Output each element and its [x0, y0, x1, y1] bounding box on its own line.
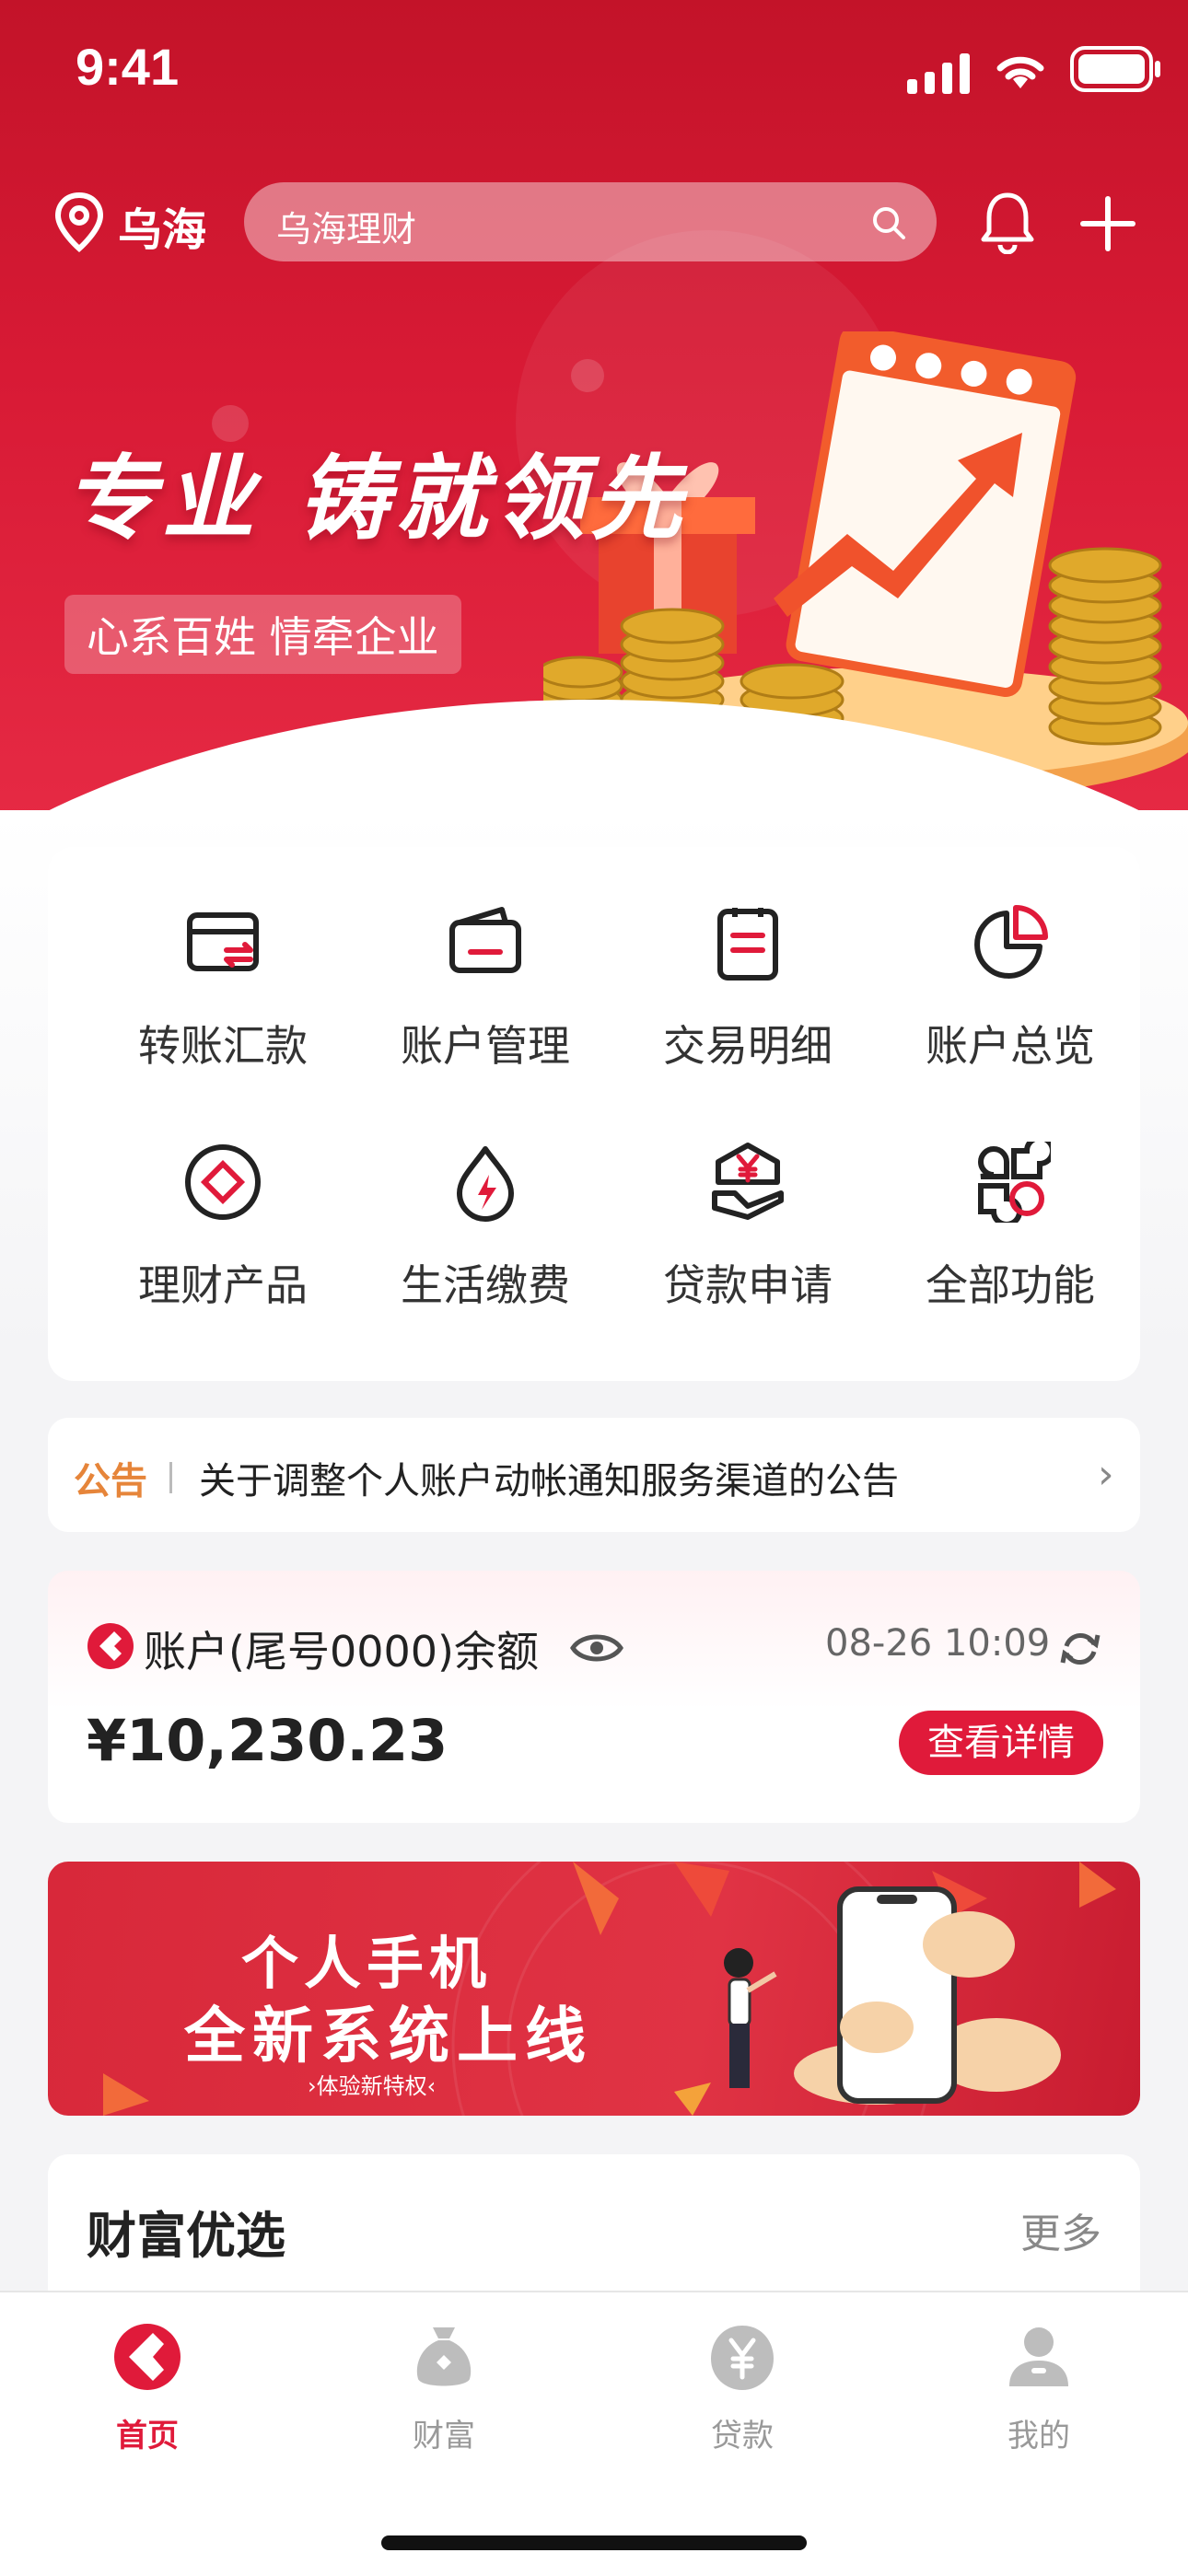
search-placeholder: 乌海理财: [276, 209, 417, 249]
yen-coin-icon: [711, 2326, 774, 2390]
diamond-circle-icon: [185, 1144, 261, 1220]
balance-card: 账户(尾号0000)余额 08-26 10:09 ¥10,230.23 查看详情: [48, 1571, 1140, 1823]
wifi-icon: [996, 56, 1044, 88]
grid-apps-icon: [978, 1142, 1051, 1223]
view-details-button[interactable]: 查看详情: [899, 1711, 1103, 1775]
cellular-signal-icon: [907, 53, 970, 94]
promo-line2: 全新系统上线: [184, 2001, 593, 2071]
transfer-card-icon: [187, 912, 259, 971]
tab-bar: 首页 财富 贷款 我的: [0, 2291, 1188, 2576]
wealth-title: 财富优选: [87, 2207, 285, 2265]
func-all-functions[interactable]: 全部功能: [874, 1086, 1147, 1310]
func-transaction-details[interactable]: 交易明细: [611, 847, 884, 1071]
balance-amount: ¥10,230.23: [87, 1707, 448, 1774]
search-icon: [873, 207, 905, 239]
tab-mine[interactable]: 我的: [947, 2320, 1131, 2477]
tab-label: 首页: [116, 2418, 179, 2454]
func-label: 理财产品: [138, 1260, 308, 1310]
notice-text: 关于调整个人账户动帐通知服务渠道的公告: [199, 1460, 899, 1503]
func-label: 转账汇款: [138, 1021, 308, 1071]
user-icon: [1009, 2327, 1068, 2386]
battery-icon: [1070, 46, 1160, 92]
notice-divider: [169, 1462, 172, 1493]
tab-label: 贷款: [711, 2418, 774, 2454]
status-time: 9:41: [76, 38, 180, 96]
bell-icon[interactable]: [978, 190, 1037, 254]
notice-bar[interactable]: 公告 关于调整个人账户动帐通知服务渠道的公告 ›: [48, 1418, 1140, 1532]
func-label: 账户总览: [926, 1021, 1095, 1071]
promo-banner[interactable]: 个人手机 全新系统上线 ›体验新特权‹: [48, 1862, 1140, 2116]
hero-sub-slogan: 心系百姓 情牵企业: [64, 595, 461, 674]
location-pin-icon[interactable]: [53, 191, 105, 252]
plus-icon[interactable]: [1079, 195, 1136, 252]
refresh-icon[interactable]: [1059, 1628, 1101, 1670]
yen-hand-icon: [712, 1143, 784, 1220]
tab-home[interactable]: 首页: [55, 2320, 239, 2477]
func-utility-payment[interactable]: 生活缴费: [349, 1086, 622, 1310]
func-loan-application[interactable]: 贷款申请: [611, 1086, 884, 1310]
func-wealth-products[interactable]: 理财产品: [87, 1086, 359, 1310]
home-indicator[interactable]: [381, 2535, 807, 2550]
balance-title: 账户(尾号0000)余额: [144, 1627, 539, 1677]
func-label: 贷款申请: [663, 1260, 833, 1310]
pie-chart-icon: [974, 905, 1048, 979]
hero-slogan: 专业 铸就领先: [64, 445, 688, 552]
search-input[interactable]: 乌海理财: [244, 182, 937, 261]
bank-logo-icon: [87, 1623, 134, 1669]
tab-label: 我的: [1007, 2418, 1070, 2454]
location-label[interactable]: 乌海: [118, 193, 206, 258]
promo-line3: ›体验新特权‹: [308, 2073, 437, 2099]
wallet-icon: [449, 907, 521, 973]
money-bag-icon: [416, 2327, 472, 2386]
func-account-overview[interactable]: 账户总览: [874, 847, 1147, 1071]
home-logo-icon: [114, 2324, 181, 2390]
notice-tag: 公告: [74, 1460, 147, 1503]
func-account-management[interactable]: 账户管理: [349, 847, 622, 1071]
wealth-more-link[interactable]: 更多: [1020, 2200, 1101, 2259]
func-label: 账户管理: [401, 1021, 570, 1071]
tab-label: 财富: [413, 2418, 475, 2454]
func-label: 交易明细: [663, 1021, 833, 1071]
tab-loan[interactable]: 贷款: [650, 2320, 834, 2477]
balance-timestamp: 08-26 10:09: [825, 1622, 1051, 1665]
document-list-icon: [717, 908, 778, 981]
chevron-right-icon: ›: [1098, 1451, 1114, 1498]
eye-icon[interactable]: [569, 1630, 624, 1666]
func-label: 生活缴费: [401, 1260, 570, 1310]
hero-banner: 9:41 乌海 乌海理财 专业 铸就领先 心系百姓 情牵企业: [0, 0, 1188, 829]
quick-functions-card: 转账汇款 账户管理 交易明细 账户总览 理财产品 生活缴费 贷款申请 全部功能: [48, 847, 1140, 1381]
tab-wealth[interactable]: 财富: [352, 2320, 536, 2477]
flame-drop-icon: [457, 1146, 514, 1222]
func-transfer[interactable]: 转账汇款: [87, 847, 359, 1071]
func-label: 全部功能: [926, 1260, 1095, 1310]
